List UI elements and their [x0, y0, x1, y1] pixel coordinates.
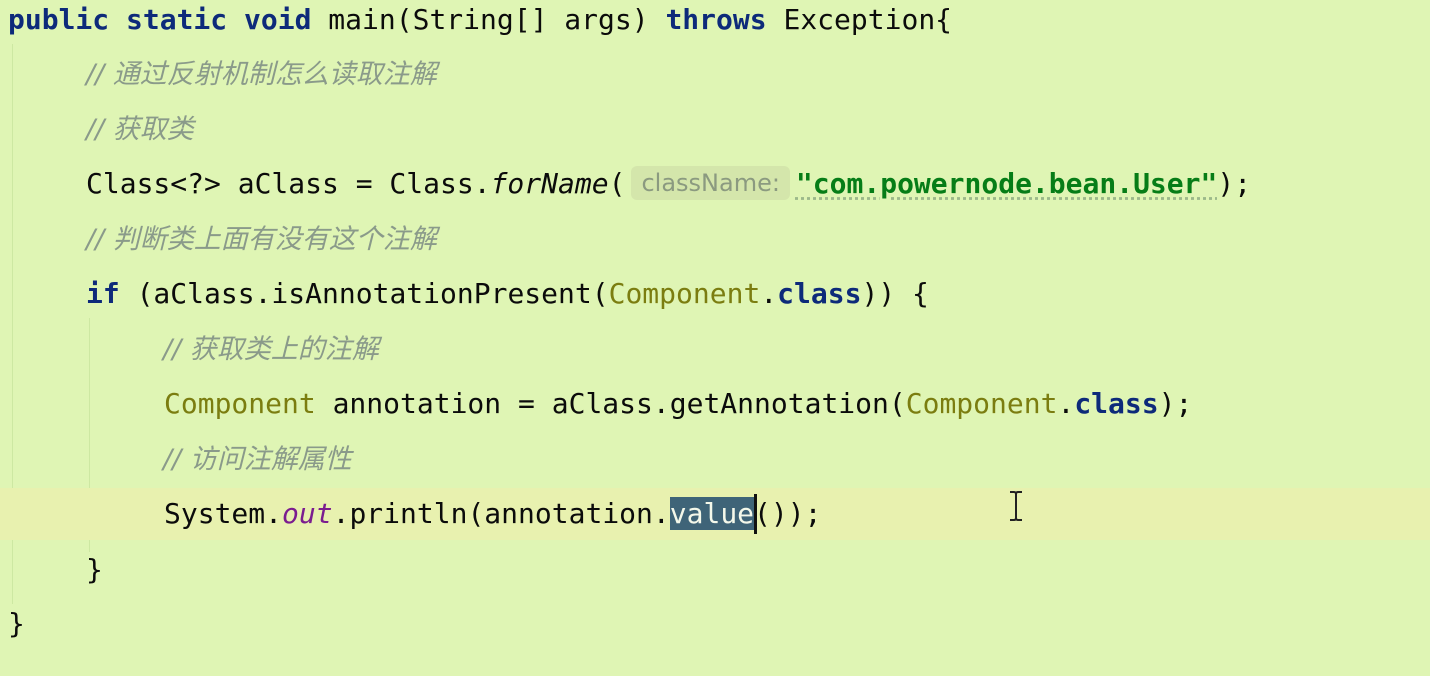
code-line-if[interactable]: if (aClass.isAnnotationPresent(Component… — [86, 274, 929, 314]
parameter-hint-classname: className: — [631, 166, 790, 200]
code-line-println[interactable]: System.out.println(annotation.value()); — [164, 494, 821, 534]
closing-brace-if[interactable]: } — [86, 550, 103, 590]
annotation-decl-end: ); — [1158, 387, 1193, 420]
println-call: .println(annotation. — [332, 497, 670, 530]
code-line-main-signature[interactable]: public static void main(String[] args) t… — [8, 0, 952, 40]
if-condition: (aClass.isAnnotationPresent( — [119, 277, 609, 310]
class-name-string: "com.powernode.bean.User" — [795, 167, 1218, 200]
keyword-throws: throws — [665, 3, 767, 36]
closing-brace-main[interactable]: } — [8, 604, 25, 644]
selected-text-value[interactable]: value — [669, 497, 755, 530]
class-decl-end: ); — [1217, 167, 1252, 200]
code-line-class-decl[interactable]: Class<?> aClass = Class.forName(classNam… — [86, 164, 1251, 204]
keyword-class: class — [777, 277, 862, 310]
code-line-annotation-decl[interactable]: Component annotation = aClass.getAnnotat… — [164, 384, 1192, 424]
println-end: ()); — [754, 497, 822, 530]
open-paren: ( — [608, 167, 626, 200]
if-end: )) { — [861, 277, 929, 310]
comment-reflect[interactable]: // 通过反射机制怎么读取注解 — [86, 55, 437, 95]
annotation-decl-mid: annotation = aClass.getAnnotation( — [315, 387, 906, 420]
comment-get-class[interactable]: // 获取类 — [86, 110, 194, 150]
keyword-public-static-void: public static void — [8, 3, 312, 36]
component-class-arg: Component — [905, 387, 1058, 420]
exception-type: Exception{ — [766, 3, 953, 36]
system-ref: System. — [164, 497, 283, 530]
comment-access-attribute[interactable]: // 访问注解属性 — [163, 440, 352, 480]
component-type: Component — [164, 387, 316, 420]
dot: . — [1057, 387, 1075, 420]
main-method-name: main(String[] args) — [311, 3, 666, 36]
dot: . — [760, 277, 778, 310]
code-editor[interactable]: public static void main(String[] args) t… — [0, 0, 1430, 676]
keyword-if: if — [86, 277, 120, 310]
comment-check-annotation[interactable]: // 判断类上面有没有这个注解 — [86, 220, 437, 260]
out-field: out — [282, 497, 333, 530]
comment-get-annotation[interactable]: // 获取类上的注解 — [163, 330, 379, 370]
keyword-class: class — [1074, 387, 1159, 420]
component-class-ref: Component — [608, 277, 761, 310]
text-ibeam-cursor-icon — [1010, 491, 1022, 521]
class-decl-start: Class<?> aClass = Class. — [86, 167, 491, 200]
for-name-method: forName — [490, 167, 609, 200]
